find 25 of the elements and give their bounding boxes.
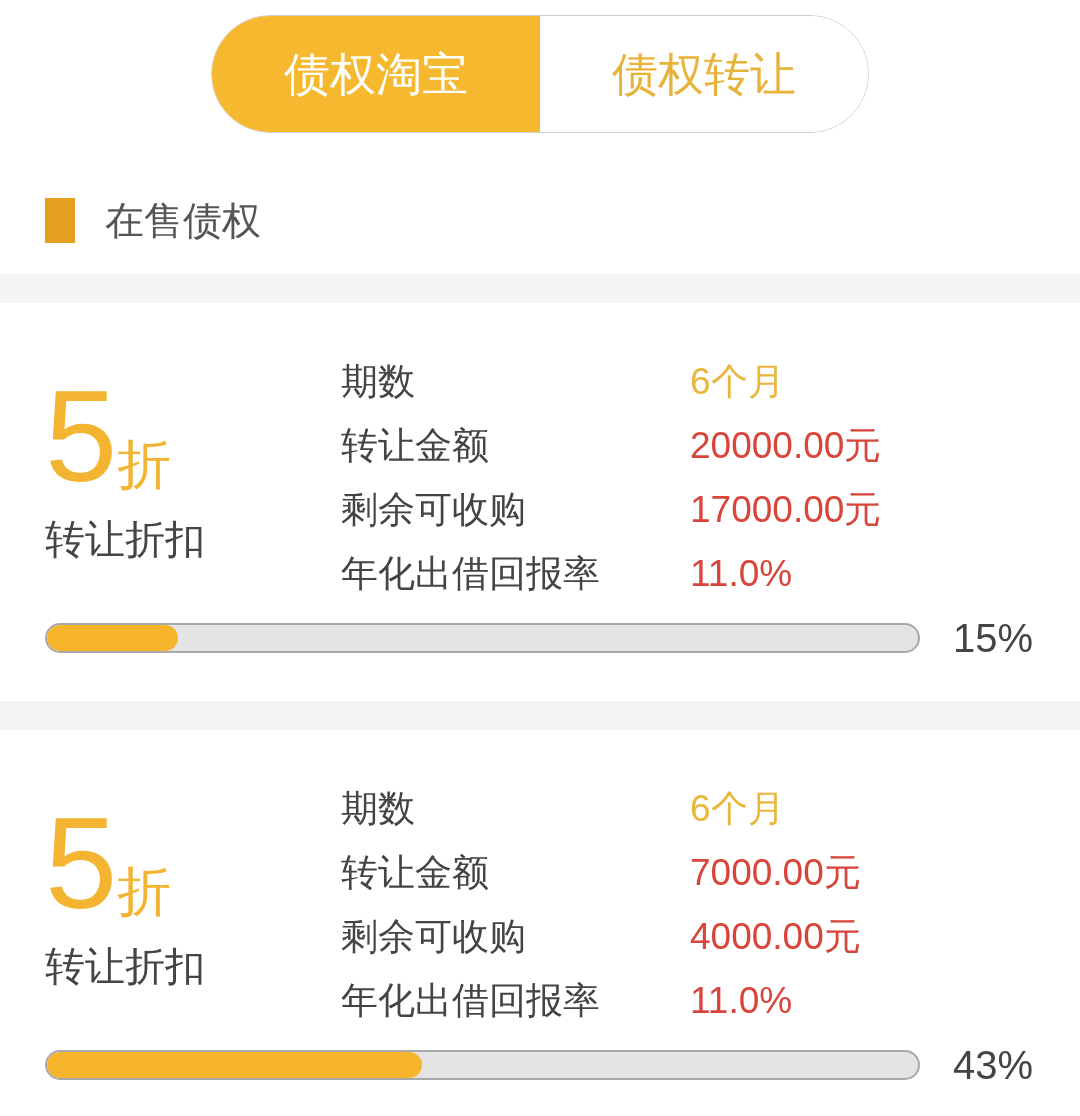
field-label: 转让金额 — [341, 853, 490, 891]
progress-percent: 43% — [953, 1045, 1034, 1085]
field-label: 转让金额 — [341, 426, 490, 464]
progress-percent: 15% — [953, 618, 1034, 658]
tab[interactable]: 债权淘宝 — [212, 16, 540, 132]
field-value: 20000.00元 — [690, 426, 882, 464]
discount-value: 5折 — [45, 798, 172, 928]
discount-value: 5折 — [45, 371, 172, 501]
field-value: 6个月 — [690, 789, 785, 827]
field-value: 7000.00元 — [690, 853, 861, 891]
section-title: 在售债权 — [105, 201, 261, 240]
field-value: 11.0% — [690, 981, 793, 1019]
field-value: 11.0% — [690, 554, 793, 592]
field-label: 年化出借回报率 — [341, 554, 601, 592]
field-value: 6个月 — [690, 362, 785, 400]
field-value: 17000.00元 — [690, 490, 882, 528]
field-label: 剩余可收购 — [341, 917, 527, 955]
field-label: 年化出借回报率 — [341, 981, 601, 1019]
discount-label: 转让折扣 — [45, 943, 205, 990]
field-value: 4000.00元 — [690, 917, 861, 955]
field-label: 期数 — [341, 362, 416, 400]
discount-label: 转让折扣 — [45, 516, 205, 563]
field-label: 剩余可收购 — [341, 490, 527, 528]
field-label: 期数 — [341, 789, 416, 827]
section-marker-icon — [45, 198, 75, 243]
